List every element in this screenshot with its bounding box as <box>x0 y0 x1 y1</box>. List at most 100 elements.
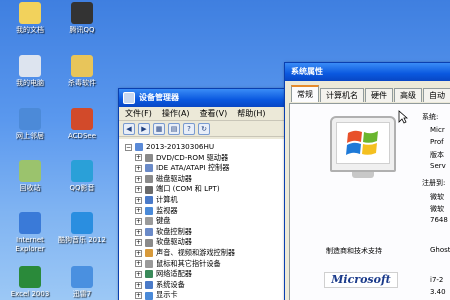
general-tab-panel: 系统: Micr Prof 版本 Serv 注册到: 微软 微软 7648 制造… <box>289 103 450 300</box>
tree-item[interactable]: + 鼠标和其它指针设备 <box>135 259 289 270</box>
forward-icon[interactable]: ▶ <box>138 122 150 135</box>
expand-icon[interactable]: + <box>135 164 142 172</box>
desktop-icon-image <box>19 108 41 130</box>
label-cpu: i7-2 <box>430 276 444 284</box>
device-category-icon <box>145 164 153 173</box>
expand-icon[interactable]: + <box>135 270 142 278</box>
collapse-icon[interactable]: − <box>125 143 132 151</box>
expand-icon[interactable]: + <box>135 207 142 215</box>
tab-auto[interactable]: 自动 <box>423 88 450 102</box>
desktop-icon-label: 迅雷7 <box>72 290 92 298</box>
device-category-icon <box>145 196 153 205</box>
device-manager-icon <box>123 92 135 104</box>
tree-item-label: 系统设备 <box>156 279 185 289</box>
view-icon[interactable]: ▦ <box>153 122 165 135</box>
expand-icon[interactable]: + <box>135 292 142 300</box>
device-manager-titlebar[interactable]: 设备管理器 <box>119 89 289 107</box>
device-category-icon <box>145 153 153 162</box>
tree-item[interactable]: + 磁盘驱动器 <box>135 174 289 185</box>
tree-item[interactable]: + IDE ATA/ATAPI 控制器 <box>135 163 289 174</box>
tree-root[interactable]: − 2013-20130306HU <box>125 142 289 153</box>
label-os-line3: 版本 <box>430 151 444 159</box>
expand-icon[interactable]: + <box>135 186 142 194</box>
tree-item[interactable]: + 显示卡 <box>135 290 289 300</box>
windows-logo-icon <box>346 130 378 155</box>
properties-icon[interactable]: ▤ <box>168 122 180 135</box>
refresh-icon[interactable]: ↻ <box>198 122 210 135</box>
tree-item[interactable]: + 监视器 <box>135 206 289 217</box>
device-category-icon <box>145 228 153 237</box>
desktop-icon[interactable]: 杀毒软件 <box>56 55 108 88</box>
desktop-icon[interactable]: 网上邻居 <box>4 108 56 141</box>
expand-icon[interactable]: + <box>135 249 142 257</box>
tree-item[interactable]: + 系统设备 <box>135 280 289 291</box>
device-category-icon <box>145 217 153 226</box>
tree-item[interactable]: + 软盘驱动器 <box>135 237 289 248</box>
label-reg1: 微软 <box>430 193 444 201</box>
desktop-icon[interactable]: 回收站 <box>4 160 56 193</box>
tab-general[interactable]: 常规 <box>291 85 319 102</box>
desktop-icon-label: 我的电脑 <box>16 79 44 87</box>
desktop-icon-label: 回收站 <box>19 184 41 192</box>
expand-icon[interactable]: + <box>135 154 142 162</box>
device-category-icon <box>145 175 153 184</box>
menu-action[interactable]: 操作(A) <box>162 107 190 120</box>
desktop-icon-image <box>71 108 93 130</box>
tree-items: + DVD/CD-ROM 驱动器 + IDE ATA/ATAPI 控制器 + 磁盘驱动器 +… <box>125 153 289 300</box>
expand-icon[interactable]: + <box>135 196 142 204</box>
tree-item[interactable]: + DVD/CD-ROM 驱动器 <box>135 153 289 164</box>
tree-item[interactable]: + 网络适配器 <box>135 269 289 280</box>
label-ghost: Ghost <box>430 246 450 254</box>
tree-item[interactable]: + 软盘控制器 <box>135 227 289 238</box>
expand-icon[interactable]: + <box>135 217 142 225</box>
menu-help[interactable]: 帮助(H) <box>237 107 265 120</box>
expand-icon[interactable]: + <box>135 239 142 247</box>
desktop-icon[interactable]: 我的文档 <box>4 2 56 35</box>
device-category-icon <box>145 270 153 279</box>
tree-item-label: 端口 (COM 和 LPT) <box>156 184 220 194</box>
tree-item[interactable]: + 端口 (COM 和 LPT) <box>135 184 289 195</box>
menu-file[interactable]: 文件(F) <box>125 107 152 120</box>
tab-computer-name[interactable]: 计算机名 <box>320 88 364 102</box>
expand-icon[interactable]: + <box>135 228 142 236</box>
system-properties-window[interactable]: 系统属性 常规 计算机名 硬件 高级 自动 系统: Micr Prof 版本 S… <box>284 62 450 300</box>
desktop-icon-label: QQ影音 <box>69 184 95 192</box>
tree-item[interactable]: + 声音、视频和游戏控制器 <box>135 248 289 259</box>
desktop-icon[interactable]: ACDSee <box>56 108 108 141</box>
menu-view[interactable]: 查看(V) <box>200 107 228 120</box>
desktop-icon-image <box>19 266 41 288</box>
desktop-icon[interactable]: QQ影音 <box>56 160 108 193</box>
back-icon[interactable]: ◀ <box>123 122 135 135</box>
windows-monitor-image <box>330 116 396 180</box>
tree-item-label: 显示卡 <box>156 290 178 300</box>
label-os-line1: Micr <box>430 126 445 134</box>
expand-icon[interactable]: + <box>135 281 142 289</box>
mouse-cursor-icon <box>398 110 408 124</box>
expand-icon[interactable]: + <box>135 260 142 268</box>
tab-advanced[interactable]: 高级 <box>394 88 422 102</box>
device-category-icon <box>145 291 153 300</box>
desktop-icon[interactable]: 我的电脑 <box>4 55 56 88</box>
desktop-icon[interactable]: Internet Explorer <box>4 212 56 254</box>
system-properties-titlebar[interactable]: 系统属性 <box>285 63 450 81</box>
device-manager-menubar: 文件(F) 操作(A) 查看(V) 帮助(H) <box>119 107 289 121</box>
desktop-icon[interactable]: 迅雷7 <box>56 266 108 299</box>
desktop-icon-image <box>19 212 41 234</box>
label-reg2: 微软 <box>430 205 444 213</box>
desktop-icon[interactable]: 腾讯QQ <box>56 2 108 35</box>
tree-item[interactable]: + 键盘 <box>135 216 289 227</box>
help-icon[interactable]: ? <box>183 122 195 135</box>
desktop-icon[interactable]: Excel 2003 <box>4 266 56 299</box>
tab-hardware[interactable]: 硬件 <box>365 88 393 102</box>
desktop-icon-label: 酷狗音乐 2012 <box>57 236 107 244</box>
desktop-icon-image <box>71 160 93 182</box>
device-category-icon <box>145 281 153 290</box>
tree-item-label: 键盘 <box>156 216 171 226</box>
desktop-icon-image <box>71 55 93 77</box>
tree-item[interactable]: + 计算机 <box>135 195 289 206</box>
desktop-icon[interactable]: 酷狗音乐 2012 <box>56 212 108 245</box>
device-manager-window[interactable]: 设备管理器 文件(F) 操作(A) 查看(V) 帮助(H) ◀ ▶ ▦ ▤ ? … <box>118 88 290 300</box>
desktop-icon-label: ACDSee <box>68 132 96 140</box>
label-os-line4: Serv <box>430 162 446 170</box>
expand-icon[interactable]: + <box>135 175 142 183</box>
